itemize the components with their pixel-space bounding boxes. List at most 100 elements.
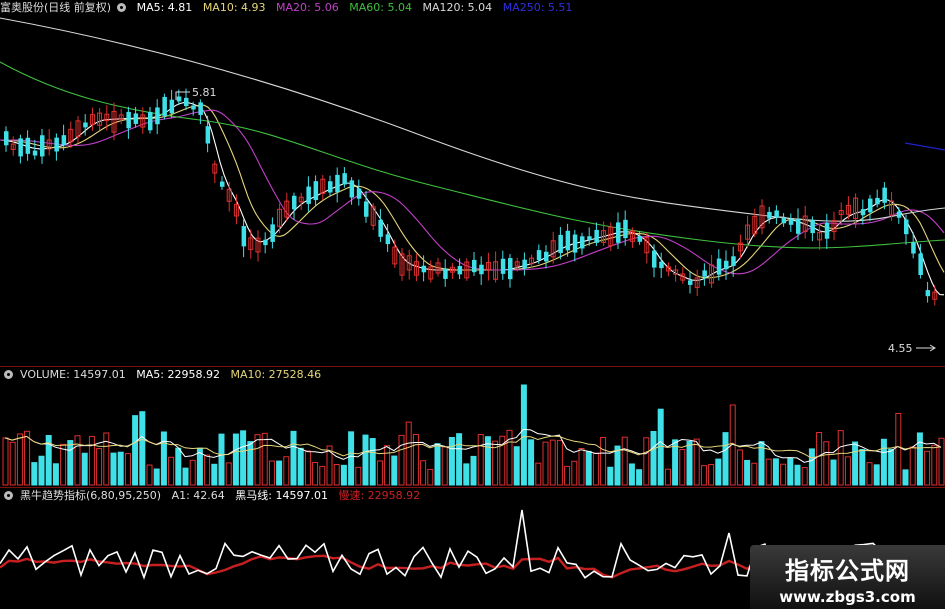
candle-body [220,181,225,187]
high-price-marker: 5.81 [192,86,217,99]
volume-bar [103,432,110,486]
volume-bar [686,440,693,486]
volume-bar [398,434,405,486]
ma10-label: MA10: 4.93 [202,1,266,14]
volume-bar [542,441,549,486]
volume-bar [816,432,823,486]
volume-bar [528,439,535,486]
volume-bar [614,445,621,486]
volume-bar [74,435,81,486]
candle-body [335,174,340,193]
volume-bar [132,415,139,486]
volume-bar [556,439,563,486]
volume-bar [405,421,412,486]
candle-body [148,112,153,131]
watermark-url: www.zbgs3.com [779,588,916,606]
volume-bar [852,441,859,486]
volume-bar [564,465,571,486]
volume-bar [844,456,851,486]
volume-bar [376,460,383,486]
candle-body [767,211,772,219]
volume-bar [297,447,304,486]
volume-bar [355,466,362,486]
candle-body [774,210,779,218]
watermark-title: 指标公式网 [785,557,910,585]
candle-body [133,113,139,124]
volume-bar [240,430,247,486]
candle-body [637,236,643,242]
volume-bar [679,449,686,486]
volume-bar [96,448,103,486]
volume-bar [117,451,124,486]
volume-bar [916,432,923,486]
volume-bar [160,431,167,486]
volume-bar [801,467,808,486]
volume-bar [88,435,95,486]
volume-bar [124,453,131,486]
candle-body [824,222,830,239]
volume-bar [477,434,484,486]
candlestick-chart[interactable]: 5.81 4.55 [0,0,945,366]
volume-bar [420,460,427,486]
candle-body [544,251,549,262]
candle-body [421,265,427,273]
volume-panel[interactable]: VOLUME: 14597.01 MA5: 22958.92 MA10: 275… [0,367,945,487]
volume-bar [888,448,895,486]
volume-bar [463,463,470,486]
settings-icon[interactable] [4,491,13,500]
volume-bar [60,443,67,486]
candle-body [356,188,362,199]
volume-bar [592,452,599,486]
volume-bar [535,462,542,486]
slow-line-label: 慢速: 22958.92 [338,489,421,502]
volume-bar [600,436,607,486]
volume-bar [664,468,671,486]
volume-bar [636,469,643,486]
ma5-label: MA5: 4.81 [136,1,193,14]
volume-ma10-label: MA10: 27528.46 [230,368,322,381]
ma120-label: MA120: 5.04 [422,1,493,14]
candle-body [558,234,563,253]
volume-bar [880,438,887,486]
candle-body [292,195,297,210]
candle-body [313,181,319,201]
volume-title: VOLUME: 14597.01 [20,368,126,381]
watermark-logo: 指标公式网 www.zbgs3.com [750,545,945,609]
a1-label: A1: 42.64 [171,489,225,502]
candle-body [328,181,333,193]
candle-body [688,280,693,285]
volume-bar [384,445,391,486]
candle-body [25,137,31,154]
candle-body [875,197,880,205]
volume-bar [643,437,650,486]
volume-bar [31,462,38,486]
candle-body [896,211,902,218]
candle-body [911,242,916,254]
volume-bar [52,463,59,486]
volume-bar [808,448,815,486]
candle-body [731,256,736,266]
candle-body [882,187,887,203]
candle-body [385,234,391,245]
volume-chart[interactable] [0,367,945,487]
volume-bar [607,466,614,486]
indicator-title: 黑牛趋势指标(6,80,95,250) [20,489,162,502]
candle-body [659,261,664,269]
candle-body [241,226,247,247]
ma250-label: MA250: 5.51 [502,1,573,14]
settings-icon[interactable] [4,370,13,379]
candle-body [198,102,203,115]
settings-icon[interactable] [117,3,127,12]
candle-body [565,230,571,251]
volume-bar [232,433,239,486]
volume-bar [657,408,664,486]
price-panel[interactable]: 富奥股份(日线 前复权) MA5: 4.81 MA10: 4.93 MA20: … [0,0,945,366]
candle-body [162,96,167,116]
volume-bar [772,458,779,486]
candle-body [508,258,513,280]
volume-bar [175,447,182,486]
candle-body [364,201,369,217]
volume-bar [650,431,657,486]
volume-bar [283,456,290,486]
volume-bar [16,433,23,486]
